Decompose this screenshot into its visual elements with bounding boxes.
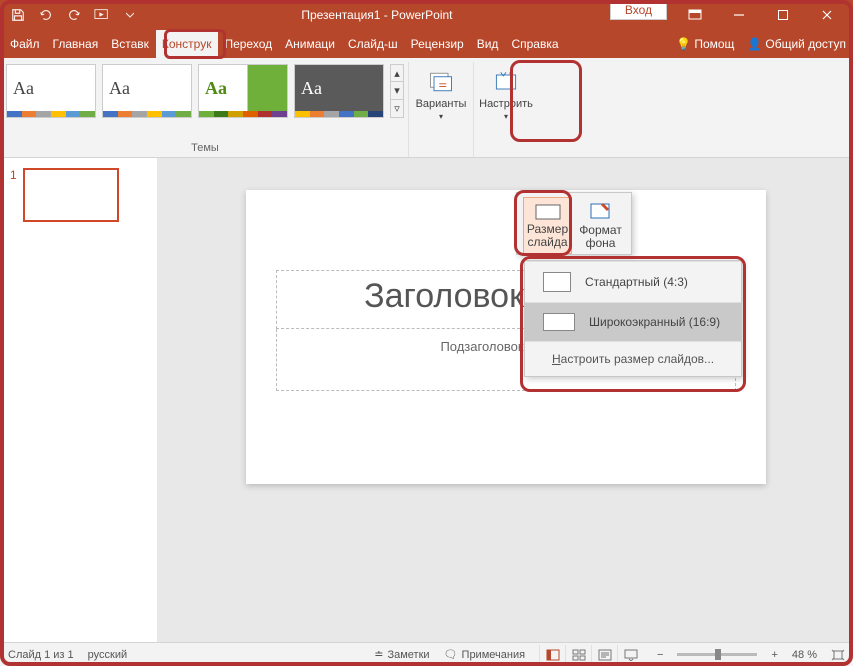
workspace: 1 Заголовок слайда Подзаголовок слайда xyxy=(0,158,853,642)
themes-scroll-up-icon[interactable]: ▴ xyxy=(390,64,404,82)
tab-insert[interactable]: Вставк xyxy=(105,30,156,58)
slide-size-icon xyxy=(535,202,561,222)
size-widescreen-label: Широкоэкранный (16:9) xyxy=(589,315,720,329)
minimize-icon[interactable] xyxy=(717,0,761,30)
variants-button[interactable]: Варианты ▾ xyxy=(413,64,469,121)
chevron-down-icon: ▾ xyxy=(504,112,508,121)
slide-editor[interactable]: Заголовок слайда Подзаголовок слайда xyxy=(158,158,853,642)
size-widescreen-item[interactable]: Широкоэкранный (16:9) xyxy=(525,302,741,341)
size-standard-item[interactable]: Стандартный (4:3) xyxy=(525,261,741,302)
theme-thumb-4[interactable]: Aa xyxy=(294,64,384,118)
slideshow-view-icon[interactable] xyxy=(617,645,643,665)
qat-customize-icon[interactable] xyxy=(116,1,144,29)
tellme-label: Помощ xyxy=(694,37,734,51)
statusbar: Слайд 1 из 1 русский ≐Заметки 🗨Примечани… xyxy=(0,642,853,666)
zoom-slider[interactable] xyxy=(677,653,757,656)
tab-file[interactable]: Файл xyxy=(4,30,47,58)
ribbon-display-options-icon[interactable] xyxy=(673,0,717,30)
custom-slide-size-item[interactable]: Настроить размер слайдов... xyxy=(525,341,741,376)
format-background-icon xyxy=(589,201,613,223)
size-4-3-icon xyxy=(543,272,571,292)
custom-size-accel: Н xyxy=(552,352,561,366)
start-from-beginning-icon[interactable] xyxy=(88,1,116,29)
variants-label: Варианты xyxy=(416,98,467,110)
comments-icon: 🗨 xyxy=(444,648,458,661)
theme-thumb-1[interactable]: Aa xyxy=(6,64,96,118)
customize-button[interactable]: Настроить ▾ xyxy=(478,64,534,121)
sign-in-button[interactable]: Вход xyxy=(610,0,667,20)
normal-view-icon[interactable] xyxy=(539,645,565,665)
slide-thumbnail-1[interactable] xyxy=(23,168,119,222)
close-icon[interactable] xyxy=(805,0,849,30)
theme-thumb-3[interactable]: Aa xyxy=(198,64,288,118)
titlebar: Презентация1 - PowerPoint Вход xyxy=(0,0,853,30)
notes-icon: ≐ xyxy=(374,648,383,661)
share-label: Общий доступ xyxy=(765,37,846,51)
slide-panel[interactable]: 1 xyxy=(0,158,158,642)
chevron-down-icon: ▾ xyxy=(439,112,443,121)
slide-size-label: Размер слайда xyxy=(526,223,569,249)
theme-thumb-2[interactable]: Aa xyxy=(102,64,192,118)
lightbulb-icon: 💡 xyxy=(676,37,691,51)
save-icon[interactable] xyxy=(4,1,32,29)
slide-size-dropdown: Стандартный (4:3) Широкоэкранный (16:9) … xyxy=(524,260,742,377)
maximize-icon[interactable] xyxy=(761,0,805,30)
slide-number: 1 xyxy=(10,168,17,222)
zoom-in-icon[interactable]: + xyxy=(771,649,777,661)
slide-sorter-view-icon[interactable] xyxy=(565,645,591,665)
tab-view[interactable]: Вид xyxy=(471,30,506,58)
custom-size-label: астроить размер слайдов... xyxy=(561,352,714,366)
zoom-value[interactable]: 48 % xyxy=(792,649,817,661)
themes-scroll-down-icon[interactable]: ▾ xyxy=(390,82,404,100)
slide-counter: Слайд 1 из 1 xyxy=(8,649,74,661)
tab-transitions[interactable]: Переход xyxy=(218,30,279,58)
tab-home[interactable]: Главная xyxy=(47,30,106,58)
comments-button[interactable]: 🗨Примечания xyxy=(444,648,525,661)
notes-button[interactable]: ≐Заметки xyxy=(374,648,429,661)
size-standard-label: Стандартный (4:3) xyxy=(585,275,688,289)
fit-to-window-icon[interactable] xyxy=(831,649,845,661)
ribbon: Aa Aa Aa Aa ▴ ▾ ▿ Темы xyxy=(0,58,853,158)
themes-group-label: Темы xyxy=(191,139,219,157)
tab-help[interactable]: Справка xyxy=(505,30,565,58)
tab-tellme[interactable]: 💡Помощ xyxy=(670,30,741,58)
tab-slideshow[interactable]: Слайд-ш xyxy=(342,30,405,58)
customize-label: Настроить xyxy=(479,98,533,110)
customize-dropdown: Размер слайда Формат фона xyxy=(516,192,632,255)
themes-gallery-expand-icon[interactable]: ▿ xyxy=(390,100,404,118)
tab-animations[interactable]: Анимаци xyxy=(279,30,342,58)
zoom-out-icon[interactable]: − xyxy=(657,649,663,661)
customize-icon xyxy=(492,68,520,96)
tab-design[interactable]: Конструк xyxy=(156,30,219,58)
share-icon: 👤 xyxy=(747,37,762,51)
reading-view-icon[interactable] xyxy=(591,645,617,665)
language-indicator[interactable]: русский xyxy=(88,649,127,661)
tab-review[interactable]: Рецензир xyxy=(405,30,471,58)
tab-share[interactable]: 👤Общий доступ xyxy=(741,30,853,58)
undo-icon[interactable] xyxy=(32,1,60,29)
redo-icon[interactable] xyxy=(60,1,88,29)
window-title: Презентация1 - PowerPoint xyxy=(144,8,610,22)
slide-size-button[interactable]: Размер слайда xyxy=(523,197,572,254)
format-background-label: Формат фона xyxy=(578,224,623,250)
ribbon-tabs: Файл Главная Вставк Конструк Переход Ани… xyxy=(0,30,853,58)
size-16-9-icon xyxy=(543,313,575,331)
variants-icon xyxy=(427,68,455,96)
format-background-button[interactable]: Формат фона xyxy=(576,197,625,254)
